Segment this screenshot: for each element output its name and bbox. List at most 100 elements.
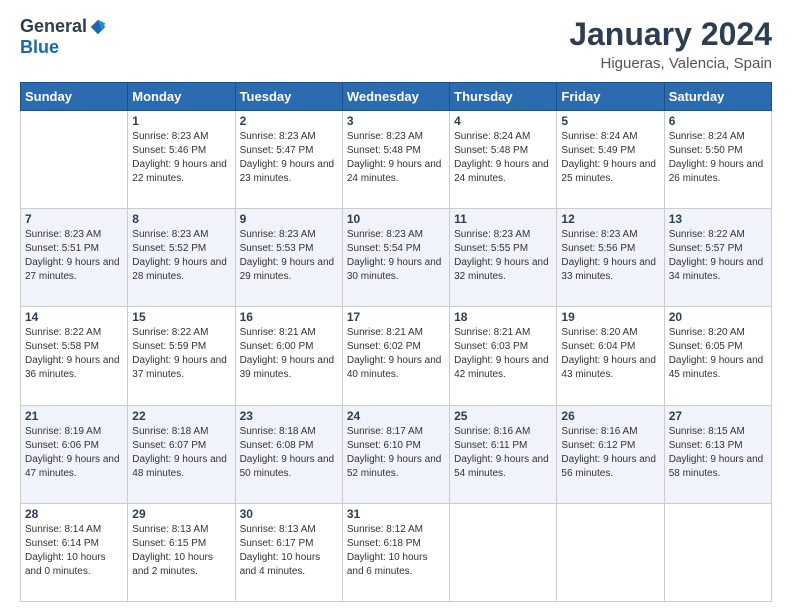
day-number: 22 [132,409,230,423]
day-number: 2 [240,114,338,128]
day-number: 28 [25,507,123,521]
table-row: 8 Sunrise: 8:23 AMSunset: 5:52 PMDayligh… [128,209,235,307]
logo-blue: Blue [20,37,59,58]
day-info: Sunrise: 8:22 AMSunset: 5:57 PMDaylight:… [669,229,764,282]
table-row: 1 Sunrise: 8:23 AMSunset: 5:46 PMDayligh… [128,111,235,209]
day-number: 26 [561,409,659,423]
table-row: 11 Sunrise: 8:23 AMSunset: 5:55 PMDaylig… [450,209,557,307]
header-wednesday: Wednesday [342,83,449,111]
calendar-header-row: Sunday Monday Tuesday Wednesday Thursday… [21,83,772,111]
day-info: Sunrise: 8:23 AMSunset: 5:54 PMDaylight:… [347,229,442,282]
day-info: Sunrise: 8:22 AMSunset: 5:58 PMDaylight:… [25,327,120,380]
header-thursday: Thursday [450,83,557,111]
table-row: 29 Sunrise: 8:13 AMSunset: 6:15 PMDaylig… [128,503,235,601]
day-number: 6 [669,114,767,128]
day-info: Sunrise: 8:22 AMSunset: 5:59 PMDaylight:… [132,327,227,380]
day-info: Sunrise: 8:16 AMSunset: 6:12 PMDaylight:… [561,426,656,479]
day-info: Sunrise: 8:24 AMSunset: 5:49 PMDaylight:… [561,131,656,184]
day-number: 16 [240,310,338,324]
header-tuesday: Tuesday [235,83,342,111]
day-number: 23 [240,409,338,423]
header-saturday: Saturday [664,83,771,111]
table-row: 21 Sunrise: 8:19 AMSunset: 6:06 PMDaylig… [21,405,128,503]
day-number: 18 [454,310,552,324]
header-friday: Friday [557,83,664,111]
day-info: Sunrise: 8:23 AMSunset: 5:52 PMDaylight:… [132,229,227,282]
table-row: 6 Sunrise: 8:24 AMSunset: 5:50 PMDayligh… [664,111,771,209]
table-row: 3 Sunrise: 8:23 AMSunset: 5:48 PMDayligh… [342,111,449,209]
day-info: Sunrise: 8:23 AMSunset: 5:48 PMDaylight:… [347,131,442,184]
table-row: 4 Sunrise: 8:24 AMSunset: 5:48 PMDayligh… [450,111,557,209]
day-number: 24 [347,409,445,423]
day-number: 11 [454,212,552,226]
day-number: 30 [240,507,338,521]
table-row: 2 Sunrise: 8:23 AMSunset: 5:47 PMDayligh… [235,111,342,209]
header: General Blue January 2024 Higueras, Vale… [20,16,772,72]
table-row: 24 Sunrise: 8:17 AMSunset: 6:10 PMDaylig… [342,405,449,503]
day-info: Sunrise: 8:21 AMSunset: 6:03 PMDaylight:… [454,327,549,380]
day-number: 21 [25,409,123,423]
day-number: 7 [25,212,123,226]
table-row: 12 Sunrise: 8:23 AMSunset: 5:56 PMDaylig… [557,209,664,307]
day-info: Sunrise: 8:18 AMSunset: 6:08 PMDaylight:… [240,426,335,479]
day-info: Sunrise: 8:23 AMSunset: 5:55 PMDaylight:… [454,229,549,282]
day-number: 27 [669,409,767,423]
day-info: Sunrise: 8:19 AMSunset: 6:06 PMDaylight:… [25,426,120,479]
table-row: 20 Sunrise: 8:20 AMSunset: 6:05 PMDaylig… [664,307,771,405]
calendar-week-row: 28 Sunrise: 8:14 AMSunset: 6:14 PMDaylig… [21,503,772,601]
table-row: 9 Sunrise: 8:23 AMSunset: 5:53 PMDayligh… [235,209,342,307]
page: General Blue January 2024 Higueras, Vale… [0,0,792,612]
table-row: 27 Sunrise: 8:15 AMSunset: 6:13 PMDaylig… [664,405,771,503]
day-number: 19 [561,310,659,324]
table-row: 22 Sunrise: 8:18 AMSunset: 6:07 PMDaylig… [128,405,235,503]
title-area: January 2024 Higueras, Valencia, Spain [569,16,772,72]
day-info: Sunrise: 8:20 AMSunset: 6:05 PMDaylight:… [669,327,764,380]
calendar-week-row: 7 Sunrise: 8:23 AMSunset: 5:51 PMDayligh… [21,209,772,307]
calendar-week-row: 14 Sunrise: 8:22 AMSunset: 5:58 PMDaylig… [21,307,772,405]
calendar-week-row: 21 Sunrise: 8:19 AMSunset: 6:06 PMDaylig… [21,405,772,503]
logo-general: General [20,16,87,37]
day-info: Sunrise: 8:16 AMSunset: 6:11 PMDaylight:… [454,426,549,479]
day-info: Sunrise: 8:24 AMSunset: 5:48 PMDaylight:… [454,131,549,184]
table-row: 15 Sunrise: 8:22 AMSunset: 5:59 PMDaylig… [128,307,235,405]
table-row: 16 Sunrise: 8:21 AMSunset: 6:00 PMDaylig… [235,307,342,405]
table-row [557,503,664,601]
calendar: Sunday Monday Tuesday Wednesday Thursday… [20,82,772,602]
day-number: 5 [561,114,659,128]
day-number: 1 [132,114,230,128]
table-row: 25 Sunrise: 8:16 AMSunset: 6:11 PMDaylig… [450,405,557,503]
day-info: Sunrise: 8:21 AMSunset: 6:02 PMDaylight:… [347,327,442,380]
day-info: Sunrise: 8:23 AMSunset: 5:51 PMDaylight:… [25,229,120,282]
table-row: 5 Sunrise: 8:24 AMSunset: 5:49 PMDayligh… [557,111,664,209]
day-number: 15 [132,310,230,324]
day-number: 12 [561,212,659,226]
table-row: 17 Sunrise: 8:21 AMSunset: 6:02 PMDaylig… [342,307,449,405]
day-number: 13 [669,212,767,226]
day-info: Sunrise: 8:14 AMSunset: 6:14 PMDaylight:… [25,524,106,577]
day-info: Sunrise: 8:13 AMSunset: 6:15 PMDaylight:… [132,524,213,577]
day-info: Sunrise: 8:23 AMSunset: 5:56 PMDaylight:… [561,229,656,282]
calendar-week-row: 1 Sunrise: 8:23 AMSunset: 5:46 PMDayligh… [21,111,772,209]
day-number: 4 [454,114,552,128]
day-number: 10 [347,212,445,226]
day-info: Sunrise: 8:21 AMSunset: 6:00 PMDaylight:… [240,327,335,380]
day-number: 8 [132,212,230,226]
day-info: Sunrise: 8:23 AMSunset: 5:46 PMDaylight:… [132,131,227,184]
table-row: 18 Sunrise: 8:21 AMSunset: 6:03 PMDaylig… [450,307,557,405]
day-info: Sunrise: 8:12 AMSunset: 6:18 PMDaylight:… [347,524,428,577]
table-row [21,111,128,209]
day-info: Sunrise: 8:24 AMSunset: 5:50 PMDaylight:… [669,131,764,184]
table-row [450,503,557,601]
day-info: Sunrise: 8:13 AMSunset: 6:17 PMDaylight:… [240,524,321,577]
subtitle: Higueras, Valencia, Spain [569,55,772,72]
day-number: 20 [669,310,767,324]
day-number: 31 [347,507,445,521]
day-info: Sunrise: 8:23 AMSunset: 5:47 PMDaylight:… [240,131,335,184]
logo-icon [89,18,107,36]
table-row: 19 Sunrise: 8:20 AMSunset: 6:04 PMDaylig… [557,307,664,405]
day-info: Sunrise: 8:23 AMSunset: 5:53 PMDaylight:… [240,229,335,282]
table-row: 13 Sunrise: 8:22 AMSunset: 5:57 PMDaylig… [664,209,771,307]
table-row: 14 Sunrise: 8:22 AMSunset: 5:58 PMDaylig… [21,307,128,405]
table-row: 23 Sunrise: 8:18 AMSunset: 6:08 PMDaylig… [235,405,342,503]
day-number: 29 [132,507,230,521]
